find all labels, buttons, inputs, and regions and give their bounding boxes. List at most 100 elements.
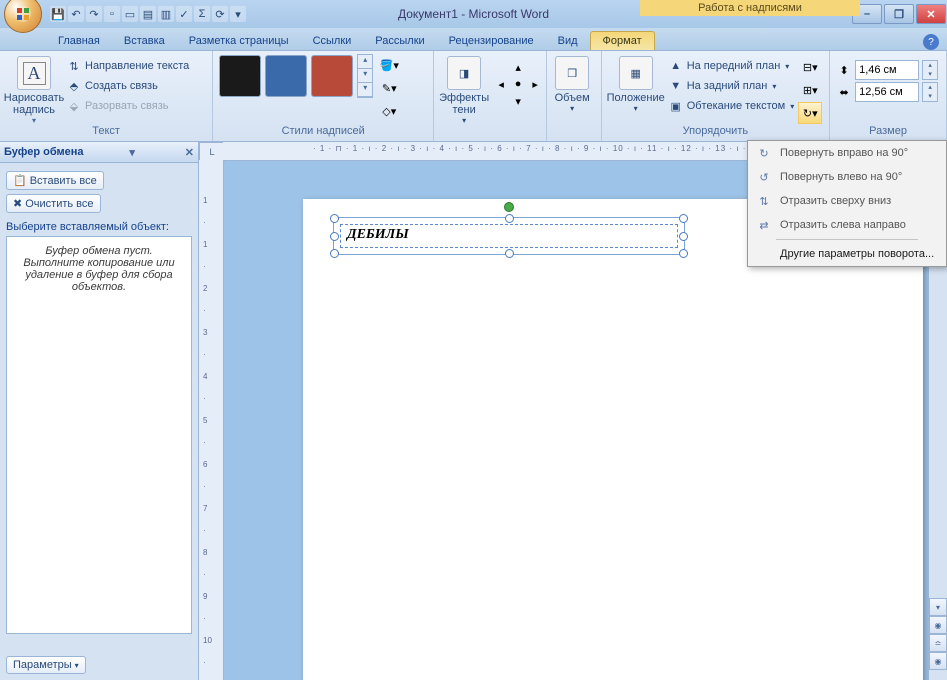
handle-s[interactable] [505, 249, 514, 258]
tab-review[interactable]: Рецензирование [437, 32, 546, 50]
taskpane-close-icon[interactable]: ✕ [185, 146, 194, 159]
tab-references[interactable]: Ссылки [301, 32, 364, 50]
clipboard-list: Буфер обмена пуст. Выполните копирование… [6, 236, 192, 634]
text-wrap-button[interactable]: ▣Обтекание текстом▾ [668, 96, 795, 116]
group-styles-label: Стили надписей [219, 125, 427, 139]
quick-access-toolbar: 💾 ↶ ↷ ▫ ▭ ▤ ▥ ✓ Σ ⟳ ▾ [50, 6, 246, 22]
next-page-button[interactable]: ◉ [929, 652, 947, 670]
flip-vertical: ⇅Отразить сверху вниз [748, 189, 946, 213]
group-text: A Нарисовать надпись ▾ ⇅Направление текс… [0, 51, 213, 141]
3d-effects-button[interactable]: ❒ Объем▾ [553, 54, 591, 113]
style-swatch-3[interactable] [311, 55, 353, 97]
qat-open-icon[interactable]: ▭ [122, 6, 138, 22]
qat-preview-icon[interactable]: ▥ [158, 6, 174, 22]
group-3d: ❒ Объем▾ [547, 51, 602, 141]
vertical-ruler[interactable]: 1 · 1 · 2 · 3 · 4 · 5 · 6 · 7 · 8 · 9 · … [199, 160, 224, 680]
prev-page-button[interactable]: ◉ [929, 616, 947, 634]
link-icon: ⬘ [66, 78, 82, 94]
style-swatch-1[interactable] [219, 55, 261, 97]
taskpane-dropdown-icon[interactable]: ▾ [129, 146, 135, 159]
text-direction-button[interactable]: ⇅Направление текста [66, 56, 189, 76]
options-button[interactable]: Параметры ▾ [6, 656, 86, 674]
menu-separator [776, 239, 918, 240]
clipboard-taskpane: Буфер обмена ▾ ✕ 📋Вставить все ✖Очистить… [0, 142, 199, 680]
taskpane-header: Буфер обмена ▾ ✕ [0, 142, 198, 163]
tab-format[interactable]: Формат [590, 31, 655, 50]
qat-save-icon[interactable]: 💾 [50, 6, 66, 22]
qat-more-icon[interactable]: ▾ [230, 6, 246, 22]
scroll-down-button[interactable]: ▾ [929, 598, 947, 616]
change-shape-button[interactable]: ◇▾ [377, 100, 401, 122]
direction-icon: ⇅ [66, 58, 82, 74]
browse-object-button[interactable]: ≏ [929, 634, 947, 652]
qat-print-icon[interactable]: ▤ [140, 6, 156, 22]
handle-se[interactable] [679, 249, 688, 258]
qat-refresh-icon[interactable]: ⟳ [212, 6, 228, 22]
tab-insert[interactable]: Вставка [112, 32, 177, 50]
draw-textbox-label: Нарисовать надпись [4, 92, 64, 116]
page[interactable]: ДЕБИЛЫ [303, 199, 923, 680]
paste-all-button[interactable]: 📋Вставить все [6, 171, 104, 190]
group-size: ⬍ 1,46 см ▴▾ ⬌ 12,56 см ▴▾ Размер [830, 51, 947, 141]
textbox-content[interactable]: ДЕБИЛЫ [340, 224, 678, 248]
shape-fill-button[interactable]: 🪣▾ [377, 54, 401, 76]
qat-new-icon[interactable]: ▫ [104, 6, 120, 22]
qat-spell-icon[interactable]: ✓ [176, 6, 192, 22]
position-button[interactable]: ▦ Положение▾ [608, 54, 664, 113]
ruler-corner[interactable]: L [199, 142, 225, 162]
shape-outline-button[interactable]: ✎▾ [377, 77, 401, 99]
unlink-icon: ⬙ [66, 98, 82, 114]
flip-h-icon: ⇄ [756, 217, 772, 233]
help-button[interactable]: ? [923, 34, 939, 50]
style-swatch-2[interactable] [265, 55, 307, 97]
flip-v-icon: ⇅ [756, 193, 772, 209]
create-link-button[interactable]: ⬘Создать связь [66, 76, 189, 96]
qat-redo-icon[interactable]: ↷ [86, 6, 102, 22]
shadow-effects-button[interactable]: ◨ Эффекты тени▾ [440, 54, 488, 125]
handle-nw[interactable] [330, 214, 339, 223]
shadow-down[interactable]: ▾ [509, 92, 527, 110]
align-button[interactable]: ⊟▾ [798, 56, 822, 78]
group-shadow: ◨ Эффекты тени▾ ▴ ◂●▸ ▾ [434, 51, 547, 141]
styles-gallery-scroll[interactable]: ▴▾▾ [357, 54, 373, 98]
close-button[interactable]: ✕ [916, 4, 946, 24]
group-arrange-label: Упорядочить [608, 125, 823, 139]
rotate-handle[interactable] [504, 202, 514, 212]
shadow-right[interactable]: ▸ [526, 75, 544, 93]
height-spinner[interactable]: ▴▾ [922, 60, 938, 80]
draw-textbox-button[interactable]: A Нарисовать надпись ▾ [6, 54, 62, 125]
rotate-button[interactable]: ↻▾ [798, 102, 822, 124]
tab-home[interactable]: Главная [46, 32, 112, 50]
front-icon: ▲ [668, 58, 684, 74]
rotate-left-90: ↺Повернуть влево на 90° [748, 165, 946, 189]
tab-layout[interactable]: Разметка страницы [177, 32, 301, 50]
shadow-up[interactable]: ▴ [509, 58, 527, 76]
shadow-left[interactable]: ◂ [492, 75, 510, 93]
tab-mailings[interactable]: Рассылки [363, 32, 436, 50]
handle-sw[interactable] [330, 249, 339, 258]
ribbon: A Нарисовать надпись ▾ ⇅Направление текс… [0, 51, 947, 142]
handle-ne[interactable] [679, 214, 688, 223]
group-size-label: Размер [836, 125, 940, 139]
group-button[interactable]: ⊞▾ [798, 79, 822, 101]
qat-undo-icon[interactable]: ↶ [68, 6, 84, 22]
height-input[interactable]: 1,46 см [855, 60, 919, 80]
clear-all-button[interactable]: ✖Очистить все [6, 194, 101, 213]
qat-sigma-icon[interactable]: Σ [194, 6, 210, 22]
shadow-icon: ◨ [447, 56, 481, 90]
handle-w[interactable] [330, 232, 339, 241]
shadow-center[interactable]: ● [509, 75, 527, 93]
textbox[interactable]: ДЕБИЛЫ [333, 217, 685, 255]
width-spinner[interactable]: ▴▾ [922, 82, 938, 102]
tab-view[interactable]: Вид [546, 32, 590, 50]
width-input[interactable]: 12,56 см [855, 82, 919, 102]
rotate-left-icon: ↺ [756, 169, 772, 185]
handle-e[interactable] [679, 232, 688, 241]
more-rotation-options[interactable]: Другие параметры поворота... [748, 242, 946, 266]
bring-front-button[interactable]: ▲На передний план▾ [668, 56, 795, 76]
maximize-button[interactable]: ❐ [884, 4, 914, 24]
position-icon: ▦ [619, 56, 653, 90]
wrap-icon: ▣ [668, 98, 684, 114]
handle-n[interactable] [505, 214, 514, 223]
send-back-button[interactable]: ▼На задний план▾ [668, 76, 795, 96]
